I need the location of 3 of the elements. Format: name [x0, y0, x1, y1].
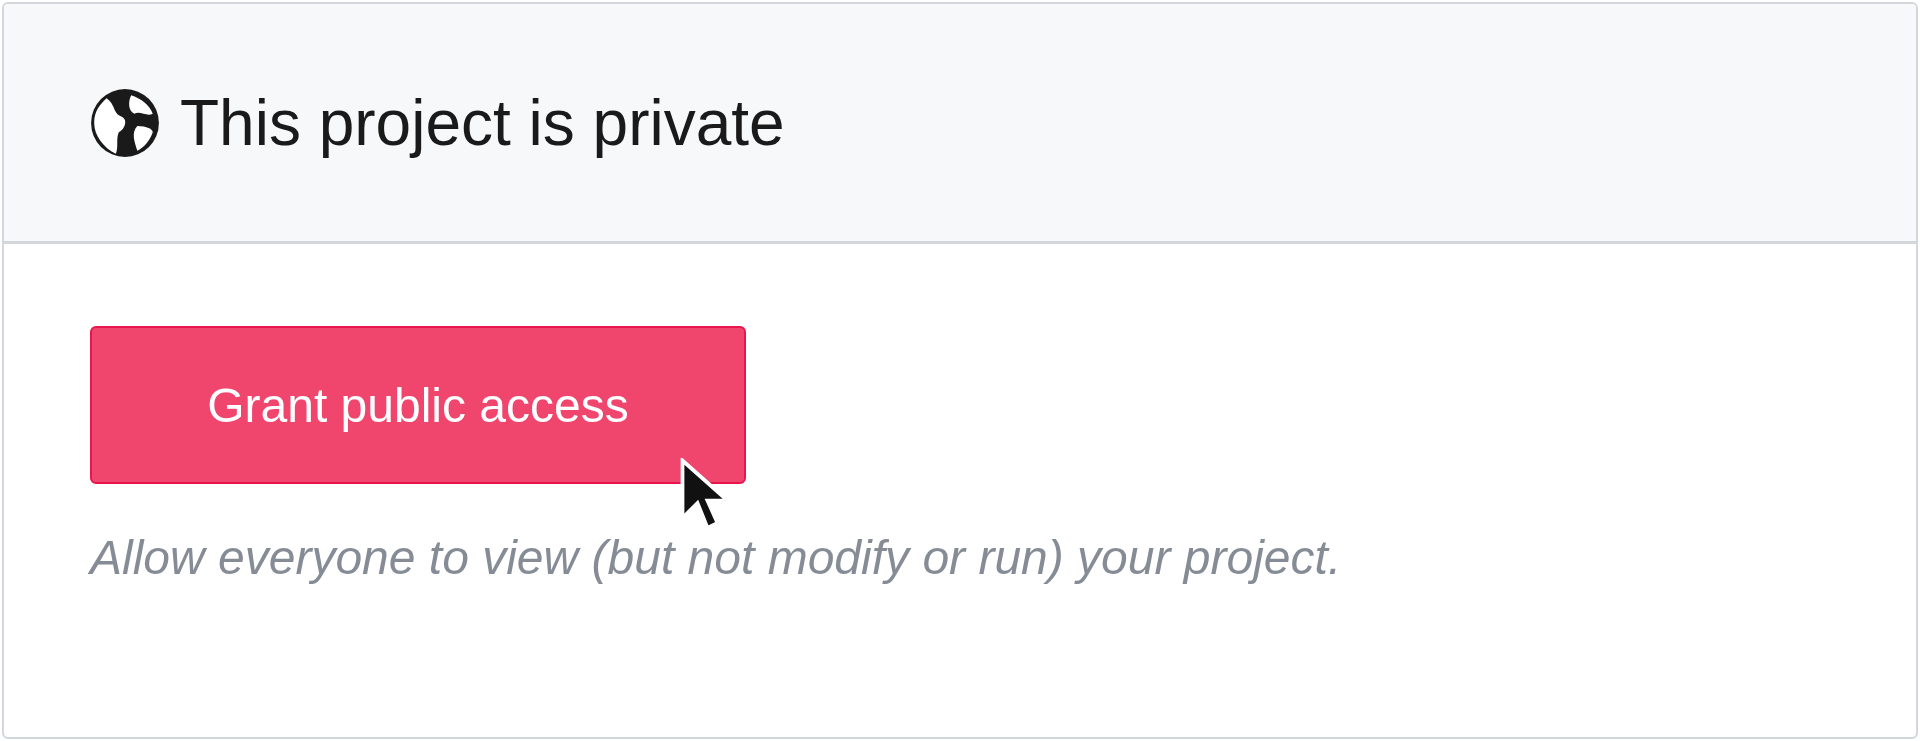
hint-text: Allow everyone to view (but not modify or run) your project. [90, 530, 1342, 585]
card-title: This project is private [180, 85, 785, 160]
grant-access-button[interactable]: Grant public access [90, 326, 746, 484]
